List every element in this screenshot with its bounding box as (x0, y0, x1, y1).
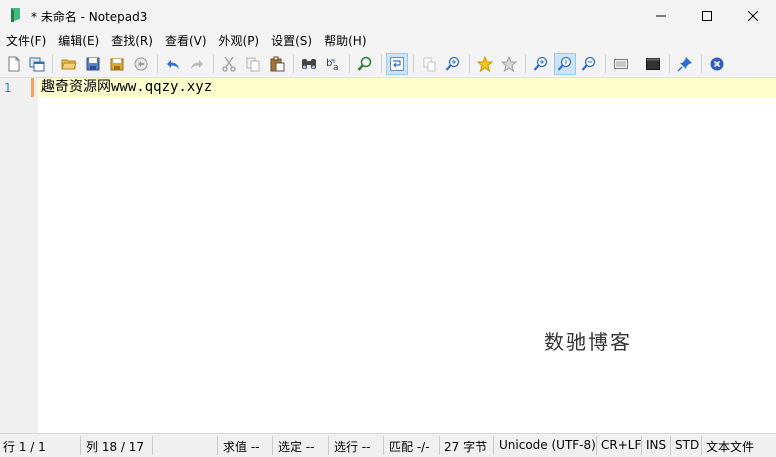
zoom-in-icon (533, 56, 548, 71)
scheme-icon (614, 59, 628, 69)
scheme-button[interactable] (610, 53, 632, 75)
save-as-icon (110, 58, 124, 71)
status-match[interactable]: 匹配 -/- (389, 438, 430, 455)
zoom-reset-button[interactable] (554, 53, 576, 75)
pin-icon (677, 57, 692, 72)
zoom-selection-button[interactable] (442, 53, 464, 75)
status-selection[interactable]: 选定 -- (278, 438, 314, 455)
svg-text:a: a (333, 63, 339, 72)
status-selected-lines[interactable]: 选行 -- (334, 438, 370, 455)
goto-icon (357, 56, 372, 71)
monitor-change-icon (423, 57, 436, 72)
save-button[interactable] (82, 53, 104, 75)
new-window-button[interactable] (26, 53, 48, 75)
zoom-reset-icon (557, 56, 572, 71)
revert-icon (134, 57, 148, 71)
cut-button[interactable] (218, 53, 240, 75)
redo-icon (191, 60, 203, 69)
status-bytes[interactable]: 27 字节 (444, 438, 487, 455)
menu-view[interactable]: 查看(V) (159, 31, 213, 51)
title-bar: * 未命名 - Notepad3 (0, 0, 776, 31)
copy-button[interactable] (242, 53, 264, 75)
menu-settings[interactable]: 设置(S) (265, 31, 318, 51)
word-wrap-icon (390, 57, 404, 71)
status-filetype[interactable]: 文本文件 (706, 438, 754, 455)
paste-icon (270, 56, 285, 72)
maximize-button[interactable] (684, 0, 730, 31)
status-encoding[interactable]: Unicode (UTF-8) (499, 438, 596, 452)
text-editor[interactable]: 趣奇资源网www.qqzy.xyz 数驰博客 (31, 78, 776, 433)
save-as-button[interactable] (106, 53, 128, 75)
status-evaluate[interactable]: 求值 -- (223, 438, 259, 455)
find-button[interactable] (298, 53, 320, 75)
clear-bookmarks-icon (501, 56, 517, 72)
menu-appearance[interactable]: 外观(P) (213, 31, 266, 51)
redo-button[interactable] (186, 53, 208, 75)
goto-line-button[interactable] (354, 53, 376, 75)
menu-file[interactable]: 文件(F) (0, 31, 52, 51)
menu-help[interactable]: 帮助(H) (318, 31, 372, 51)
undo-icon (167, 60, 179, 69)
new-window-icon (29, 57, 45, 72)
menu-edit[interactable]: 编辑(E) (52, 31, 105, 51)
line-number: 1 (4, 81, 12, 95)
console-icon (646, 58, 660, 70)
paste-button[interactable] (266, 53, 288, 75)
undo-button[interactable] (162, 53, 184, 75)
status-eol[interactable]: CR+LF (601, 438, 641, 452)
status-ins[interactable]: INS (646, 438, 666, 452)
new-file-button[interactable] (3, 53, 25, 75)
status-line[interactable]: 行 1 / 1 (3, 438, 46, 455)
new-file-icon (8, 56, 20, 72)
change-marker (31, 78, 34, 97)
revert-button[interactable] (130, 53, 152, 75)
toggle-bookmark-button[interactable] (474, 53, 496, 75)
zoom-in-button[interactable] (530, 53, 552, 75)
menu-bar: 文件(F) 编辑(E) 查找(R) 查看(V) 外观(P) 设置(S) 帮助(H… (0, 31, 776, 51)
open-file-button[interactable] (58, 53, 80, 75)
status-std[interactable]: STD (675, 438, 699, 452)
cut-icon (222, 56, 236, 72)
copy-icon (246, 57, 260, 72)
zoom-selection-icon (445, 56, 460, 71)
menu-find[interactable]: 查找(R) (105, 31, 159, 51)
exit-button[interactable] (706, 53, 728, 75)
save-icon (86, 57, 100, 71)
close-window-icon (748, 10, 758, 21)
notepad3-app-icon (8, 7, 22, 23)
replace-button[interactable]: ba (322, 53, 344, 75)
toolbar: ba (0, 51, 776, 78)
watermark-text: 数驰博客 (544, 330, 632, 354)
status-column[interactable]: 列 18 / 17 (86, 438, 144, 455)
close-window-button[interactable] (730, 0, 776, 31)
line-number-gutter[interactable]: 1 (0, 78, 38, 433)
editor-line-1[interactable]: 趣奇资源网www.qqzy.xyz (41, 79, 212, 96)
maximize-icon (702, 10, 712, 21)
close-icon (710, 57, 724, 71)
monitor-change-button[interactable] (418, 53, 440, 75)
clear-bookmarks-button[interactable] (498, 53, 520, 75)
minimize-button[interactable] (638, 0, 684, 31)
replace-icon: ba (326, 58, 339, 72)
zoom-out-button[interactable] (578, 53, 600, 75)
console-button[interactable] (642, 53, 664, 75)
find-icon (302, 59, 316, 69)
status-bar: 行 1 / 1 列 18 / 17 求值 -- 选定 -- 选行 -- 匹配 -… (0, 433, 776, 457)
open-folder-icon (61, 59, 77, 70)
word-wrap-button[interactable] (386, 53, 408, 75)
minimize-icon (656, 15, 666, 16)
toggle-bookmark-icon (477, 56, 493, 72)
window-title: * 未命名 - Notepad3 (31, 10, 148, 24)
pin-button[interactable] (674, 53, 696, 75)
zoom-out-icon (581, 56, 596, 71)
